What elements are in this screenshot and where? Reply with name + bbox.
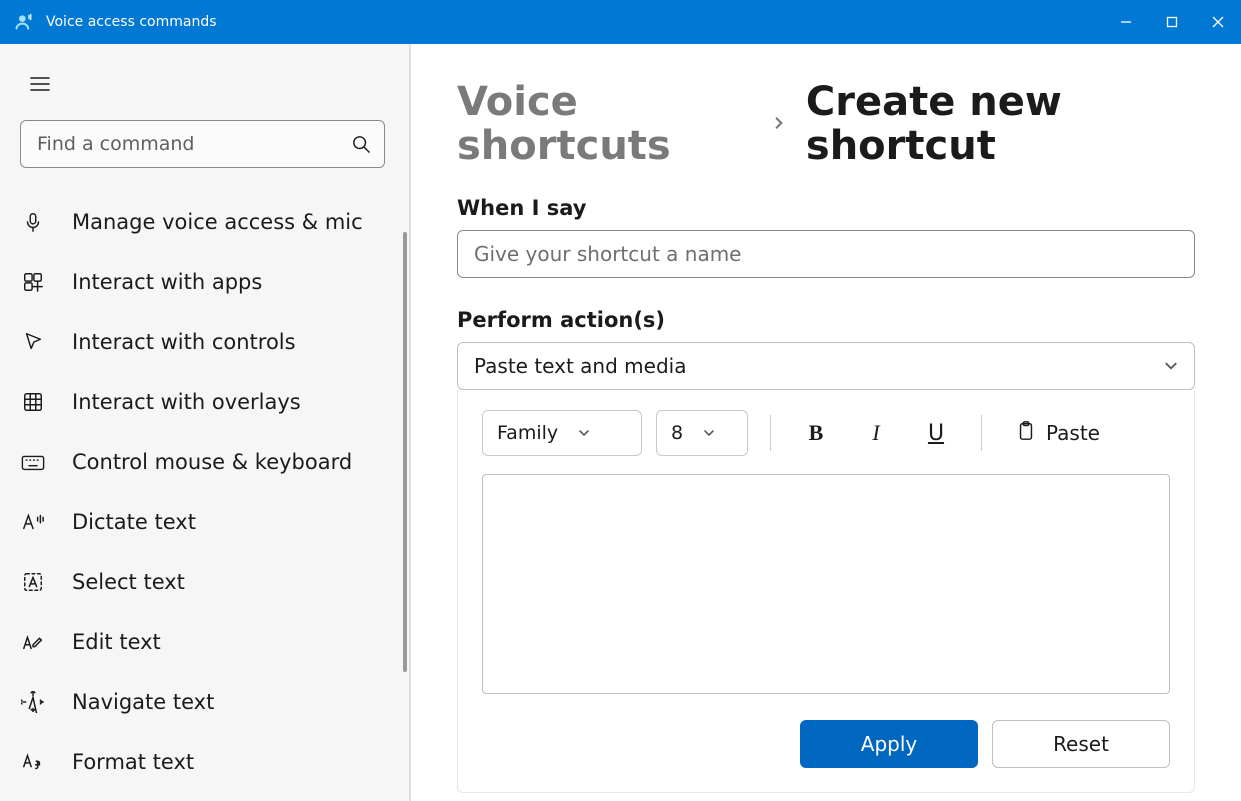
paste-button[interactable]: Paste: [1004, 410, 1112, 456]
window-close-button[interactable]: [1195, 0, 1241, 44]
italic-button[interactable]: I: [853, 410, 899, 456]
sidebar-item-controls[interactable]: Interact with controls: [0, 312, 409, 372]
sidebar-item-manage-voice[interactable]: Manage voice access & mic: [0, 192, 409, 252]
main-panel: Voice shortcuts Create new shortcut When…: [410, 44, 1241, 801]
sidebar-item-navigate-text[interactable]: Navigate text: [0, 672, 409, 732]
reset-button-label: Reset: [1053, 732, 1109, 756]
sidebar-item-label: Interact with apps: [72, 270, 262, 294]
action-dropdown[interactable]: Paste text and media: [457, 342, 1195, 390]
sidebar-item-label: Dictate text: [72, 510, 196, 534]
apps-icon: [20, 269, 46, 295]
select-text-icon: [20, 569, 46, 595]
font-family-value: Family: [497, 422, 558, 444]
search-button[interactable]: [341, 124, 381, 164]
sidebar-item-mouse-keyboard[interactable]: Control mouse & keyboard: [0, 432, 409, 492]
breadcrumb: Voice shortcuts Create new shortcut: [457, 80, 1195, 168]
cursor-icon: [20, 329, 46, 355]
keyboard-icon: [20, 449, 46, 475]
chevron-down-icon: [703, 422, 715, 444]
edit-text-icon: [20, 629, 46, 655]
page-title: Create new shortcut: [806, 80, 1195, 168]
clipboard-icon: [1016, 420, 1036, 447]
font-family-dropdown[interactable]: Family: [482, 410, 642, 456]
perform-actions-label: Perform action(s): [457, 308, 1195, 332]
sidebar-item-overlays[interactable]: Interact with overlays: [0, 372, 409, 432]
sidebar-item-label: Control mouse & keyboard: [72, 450, 352, 474]
font-size-dropdown[interactable]: 8: [656, 410, 748, 456]
sidebar-item-format-text[interactable]: Format text: [0, 732, 409, 792]
underline-button[interactable]: U: [913, 410, 959, 456]
sidebar-item-label: Navigate text: [72, 690, 214, 714]
sidebar-nav: Manage voice access & mic Interact with …: [0, 192, 409, 801]
bold-button[interactable]: B: [793, 410, 839, 456]
grid-icon: [20, 389, 46, 415]
shortcut-name-input[interactable]: [457, 230, 1195, 278]
sidebar-scrollbar[interactable]: [403, 232, 407, 672]
navigate-text-icon: [20, 689, 46, 715]
title-bar: Voice access commands: [0, 0, 1241, 44]
paste-button-label: Paste: [1046, 421, 1100, 445]
toolbar-separator: [981, 415, 982, 451]
breadcrumb-root[interactable]: Voice shortcuts: [457, 80, 752, 168]
sidebar-item-label: Edit text: [72, 630, 161, 654]
sidebar-item-select-text[interactable]: Select text: [0, 552, 409, 612]
sidebar-item-label: Interact with controls: [72, 330, 296, 354]
window-title: Voice access commands: [46, 14, 217, 30]
editor-toolbar: Family 8 B I U: [482, 410, 1170, 456]
window-minimize-button[interactable]: [1103, 0, 1149, 44]
sidebar-item-label: Select text: [72, 570, 185, 594]
dictate-icon: [20, 509, 46, 535]
microphone-icon: [20, 209, 46, 235]
apply-button[interactable]: Apply: [800, 720, 978, 768]
sidebar-item-label: Manage voice access & mic: [72, 210, 363, 234]
font-size-value: 8: [671, 422, 683, 444]
chevron-down-icon: [578, 422, 590, 444]
window-maximize-button[interactable]: [1149, 0, 1195, 44]
rich-text-editor[interactable]: [482, 474, 1170, 694]
sidebar-item-label: Interact with overlays: [72, 390, 301, 414]
sidebar-item-apps[interactable]: Interact with apps: [0, 252, 409, 312]
editor-card: Family 8 B I U: [457, 390, 1195, 793]
nav-toggle-button[interactable]: [20, 64, 60, 104]
chevron-down-icon: [1164, 354, 1178, 378]
apply-button-label: Apply: [861, 732, 917, 756]
chevron-right-icon: [772, 112, 786, 136]
sidebar-item-edit-text[interactable]: Edit text: [0, 612, 409, 672]
action-dropdown-value: Paste text and media: [474, 354, 686, 378]
sidebar: Manage voice access & mic Interact with …: [0, 44, 410, 801]
format-text-icon: [20, 749, 46, 775]
when-i-say-label: When I say: [457, 196, 1195, 220]
sidebar-item-dictate[interactable]: Dictate text: [0, 492, 409, 552]
toolbar-separator: [770, 415, 771, 451]
app-icon: [12, 10, 36, 34]
reset-button[interactable]: Reset: [992, 720, 1170, 768]
sidebar-item-label: Format text: [72, 750, 194, 774]
search-input[interactable]: [20, 120, 385, 168]
